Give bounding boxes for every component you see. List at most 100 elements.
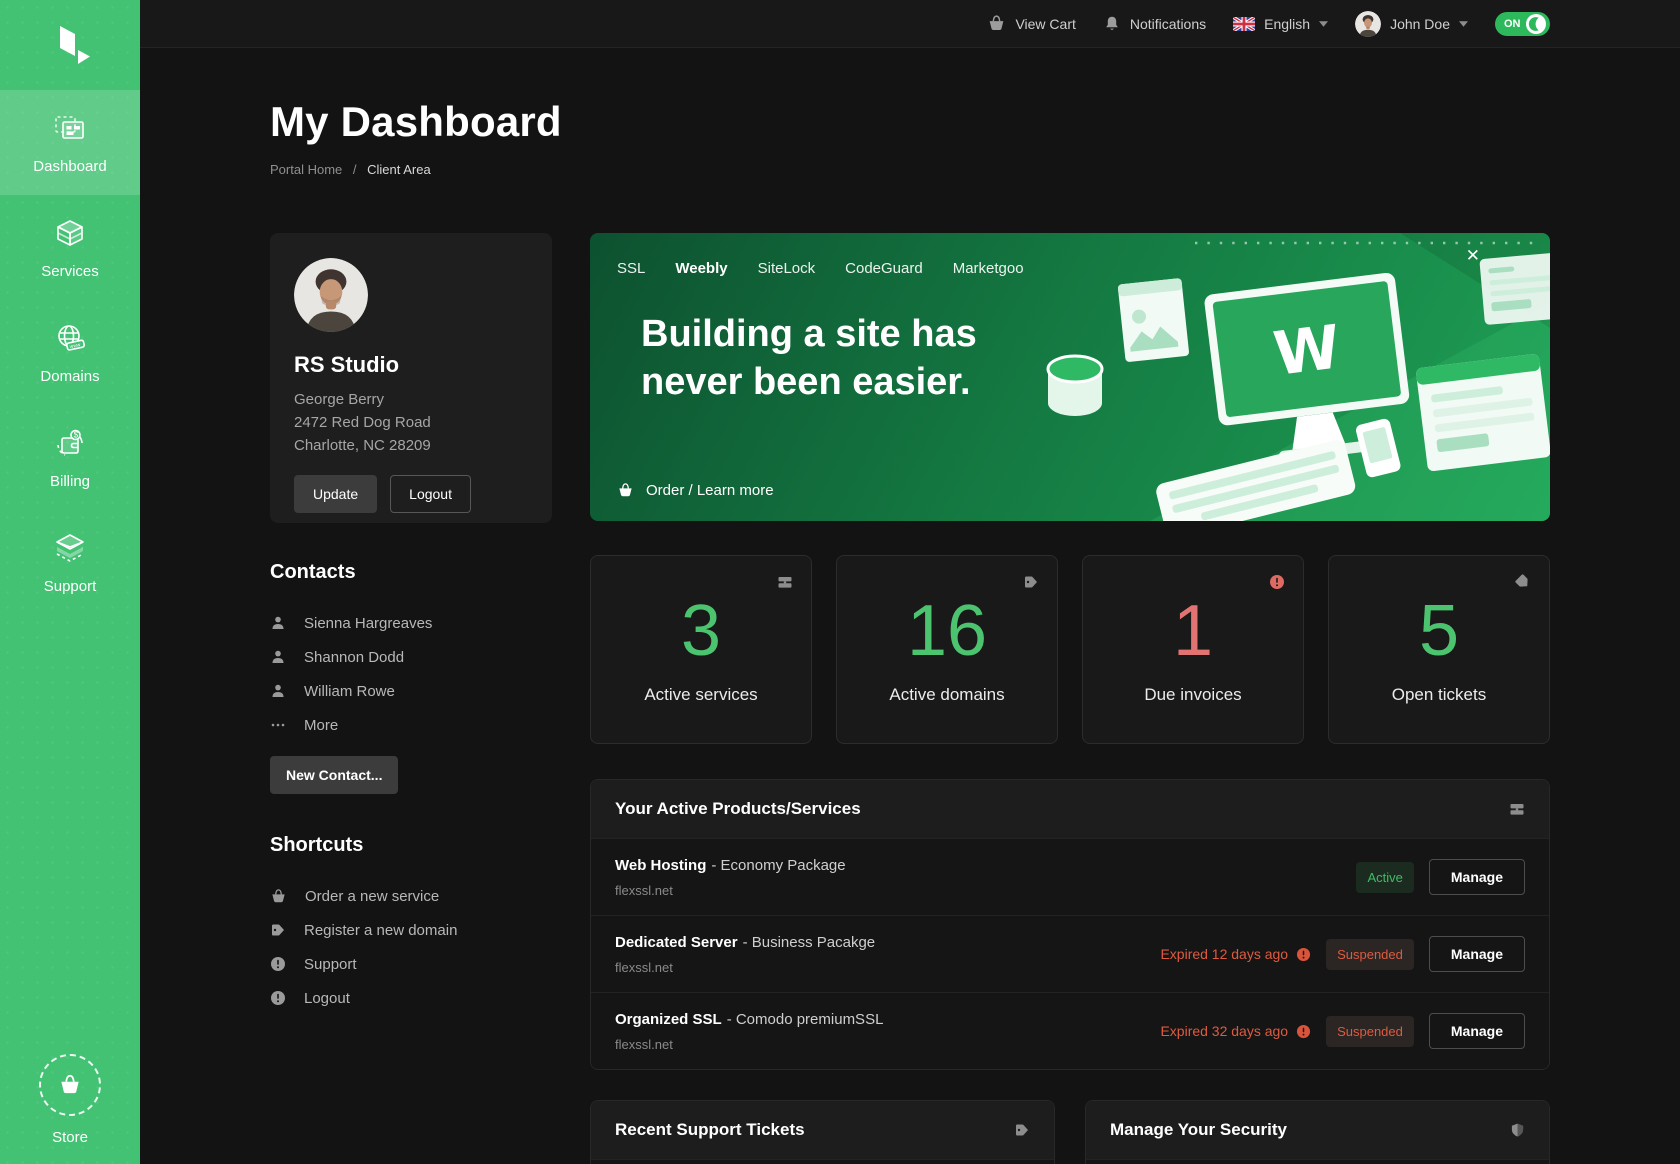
sidebar-item-billing[interactable]: $ Billing bbox=[0, 405, 140, 510]
profile-company-name: RS Studio bbox=[294, 352, 528, 378]
user-name-label: John Doe bbox=[1390, 16, 1450, 32]
stat-value: 3 bbox=[681, 595, 721, 667]
notifications-button[interactable]: Notifications bbox=[1103, 15, 1206, 33]
manage-button[interactable]: Manage bbox=[1429, 936, 1525, 972]
product-name: Organized SSL- Comodo premiumSSL bbox=[615, 1011, 883, 1028]
sidebar-item-domains[interactable]: www Domains bbox=[0, 300, 140, 405]
stat-active-domains[interactable]: 16 Active domains bbox=[836, 555, 1058, 744]
dark-mode-toggle[interactable]: ON bbox=[1495, 12, 1550, 36]
info-icon bbox=[270, 956, 286, 972]
banner-tab-marketgoo[interactable]: Marketgoo bbox=[953, 260, 1024, 277]
expired-notice: Expired 12 days ago bbox=[1160, 946, 1311, 962]
bottom-panels-row: Recent Support Tickets Manage Your Secur… bbox=[590, 1100, 1550, 1164]
page-title: My Dashboard bbox=[270, 98, 1550, 146]
profile-address: George Berry 2472 Red Dog Road Charlotte… bbox=[294, 388, 528, 457]
sidebar-item-services[interactable]: Services bbox=[0, 195, 140, 300]
profile-avatar bbox=[294, 258, 368, 332]
product-package: - Business Pacakge bbox=[743, 934, 876, 951]
basket-icon bbox=[270, 888, 287, 905]
profile-address-line1: 2472 Red Dog Road bbox=[294, 411, 528, 434]
language-menu[interactable]: English bbox=[1233, 16, 1328, 32]
manage-button[interactable]: Manage bbox=[1429, 1013, 1525, 1049]
contacts-more-link[interactable]: More bbox=[270, 708, 552, 742]
products-panel-title: Your Active Products/Services bbox=[615, 799, 861, 819]
stat-value: 5 bbox=[1419, 595, 1459, 667]
toggle-on-label: ON bbox=[1504, 18, 1521, 30]
banner-headline: Building a site has never been easier. bbox=[641, 310, 1550, 406]
product-domain: flexssl.net bbox=[615, 883, 846, 898]
shortcut-support[interactable]: Support bbox=[270, 947, 552, 981]
left-column: RS Studio George Berry 2472 Red Dog Road… bbox=[270, 233, 552, 1164]
security-panel-body bbox=[1086, 1159, 1549, 1164]
alert-icon bbox=[1296, 1024, 1311, 1039]
banner-tab-sitelock[interactable]: SiteLock bbox=[758, 260, 816, 277]
product-name: Web Hosting- Economy Package bbox=[615, 857, 846, 874]
manage-button[interactable]: Manage bbox=[1429, 859, 1525, 895]
shortcut-label: Order a new service bbox=[305, 888, 439, 905]
banner-tab-codeguard[interactable]: CodeGuard bbox=[845, 260, 923, 277]
stat-label: Due invoices bbox=[1144, 685, 1241, 705]
sidebar-item-label: Billing bbox=[50, 473, 90, 490]
breadcrumb: Portal Home / Client Area bbox=[270, 162, 1550, 177]
stat-value: 16 bbox=[907, 595, 987, 667]
server-icon bbox=[1509, 801, 1525, 817]
client-area-dashboard: Dashboard Services www Domains bbox=[0, 0, 1680, 1164]
stat-label: Active domains bbox=[889, 685, 1004, 705]
logout-button[interactable]: Logout bbox=[390, 475, 471, 513]
info-icon bbox=[270, 990, 286, 1006]
sidebar-item-support[interactable]: Support bbox=[0, 510, 140, 615]
status-badge-active: Active bbox=[1356, 862, 1413, 893]
update-button[interactable]: Update bbox=[294, 475, 377, 513]
stat-open-tickets[interactable]: 5 Open tickets bbox=[1328, 555, 1550, 744]
person-icon bbox=[270, 615, 286, 631]
product-domain: flexssl.net bbox=[615, 960, 875, 975]
main-content: My Dashboard Portal Home / Client Area bbox=[140, 48, 1680, 1164]
shortcut-logout[interactable]: Logout bbox=[270, 981, 552, 1015]
recent-support-tickets-panel: Recent Support Tickets bbox=[590, 1100, 1055, 1164]
new-contact-button[interactable]: New Contact... bbox=[270, 756, 398, 794]
user-menu[interactable]: John Doe bbox=[1355, 11, 1468, 37]
basket-icon bbox=[617, 482, 634, 499]
view-cart-button[interactable]: View Cart bbox=[987, 14, 1075, 33]
sidebar-item-store[interactable]: Store bbox=[0, 1054, 140, 1146]
banner-tab-weebly[interactable]: Weebly bbox=[675, 260, 727, 277]
shortcut-label: Logout bbox=[304, 990, 350, 1007]
sidebar-item-label: Domains bbox=[40, 368, 99, 385]
user-avatar bbox=[1355, 11, 1381, 37]
banner-cta-link[interactable]: Order / Learn more bbox=[617, 482, 774, 499]
contact-name: William Rowe bbox=[304, 683, 395, 700]
moon-icon bbox=[1526, 14, 1546, 34]
logo-icon bbox=[48, 23, 92, 67]
manage-security-panel: Manage Your Security bbox=[1085, 1100, 1550, 1164]
banner-cta-label: Order / Learn more bbox=[646, 482, 774, 499]
banner-tab-ssl[interactable]: SSL bbox=[617, 260, 645, 277]
right-column: W bbox=[590, 233, 1550, 1164]
shortcut-label: Register a new domain bbox=[304, 922, 457, 939]
product-row-web-hosting: Web Hosting- Economy Package flexssl.net… bbox=[591, 838, 1549, 915]
contact-item[interactable]: Shannon Dodd bbox=[270, 640, 552, 674]
person-icon bbox=[270, 683, 286, 699]
breadcrumb-current: Client Area bbox=[367, 162, 431, 177]
shortcut-register-domain[interactable]: Register a new domain bbox=[270, 913, 552, 947]
shortcut-order-service[interactable]: Order a new service bbox=[270, 879, 552, 913]
close-icon[interactable]: ✕ bbox=[1466, 247, 1480, 264]
language-label: English bbox=[1264, 16, 1310, 32]
store-basket-icon bbox=[39, 1054, 101, 1116]
tickets-panel-body bbox=[591, 1159, 1054, 1164]
active-products-panel: Your Active Products/Services Web Hostin… bbox=[590, 779, 1550, 1070]
server-icon bbox=[777, 574, 793, 590]
stat-label: Active services bbox=[644, 685, 757, 705]
brand-logo[interactable] bbox=[0, 0, 140, 90]
support-icon bbox=[52, 531, 88, 567]
sidebar-item-dashboard[interactable]: Dashboard bbox=[0, 90, 140, 195]
stat-active-services[interactable]: 3 Active services bbox=[590, 555, 812, 744]
shortcuts-title: Shortcuts bbox=[270, 834, 552, 857]
contact-item[interactable]: Sienna Hargreaves bbox=[270, 606, 552, 640]
breadcrumb-home-link[interactable]: Portal Home bbox=[270, 162, 342, 177]
tag-icon bbox=[270, 922, 286, 938]
products-panel-header: Your Active Products/Services bbox=[591, 780, 1549, 838]
billing-icon: $ bbox=[52, 426, 88, 462]
stat-due-invoices[interactable]: 1 Due invoices bbox=[1082, 555, 1304, 744]
chevron-down-icon bbox=[1319, 21, 1328, 27]
contact-item[interactable]: William Rowe bbox=[270, 674, 552, 708]
